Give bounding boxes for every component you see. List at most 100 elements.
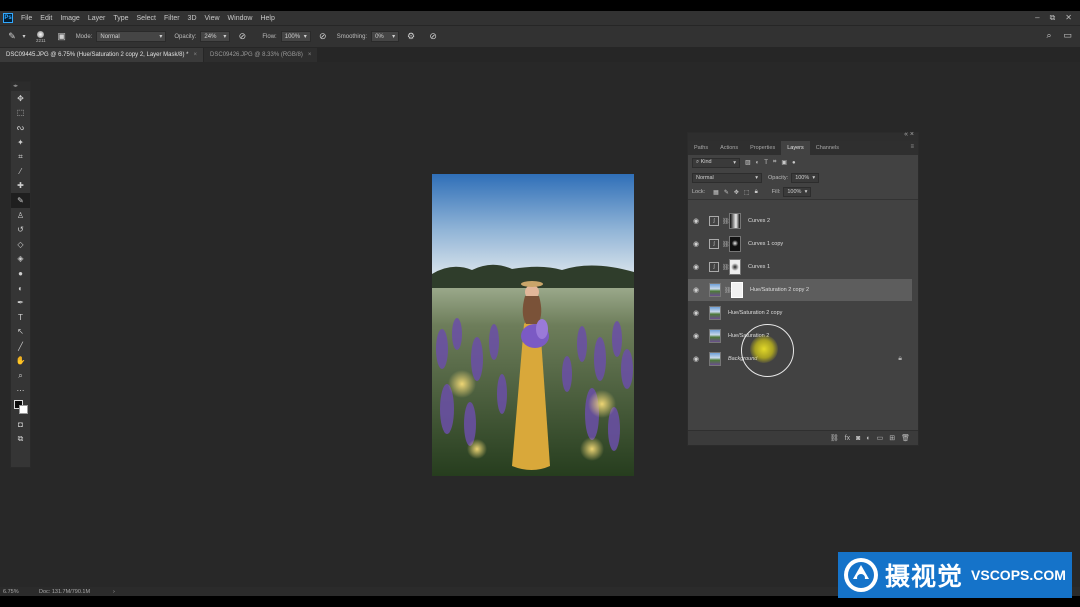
eye-icon[interactable]: ◉ — [693, 286, 703, 294]
pressure-opacity-icon[interactable]: ⊘ — [236, 31, 248, 43]
airbrush-icon[interactable]: ⊘ — [317, 31, 329, 43]
link-icon[interactable]: ⛓ — [722, 264, 730, 271]
layer-mask-thumbnail[interactable] — [729, 259, 741, 275]
minimize-icon[interactable]: – — [1035, 13, 1039, 23]
menu-type[interactable]: Type — [113, 15, 128, 22]
layer-row[interactable]: ◉ Background 🔒︎ — [688, 348, 912, 370]
menu-file[interactable]: File — [21, 15, 32, 22]
more-tools-icon[interactable]: ⋯ — [11, 383, 30, 398]
shape-filter-icon[interactable]: ⌗ — [773, 159, 776, 166]
new-layer-icon[interactable]: ⊞ — [889, 434, 895, 442]
add-mask-icon[interactable]: ◙ — [856, 435, 860, 442]
layer-thumbnail[interactable] — [709, 352, 721, 366]
color-swatches[interactable] — [11, 397, 30, 417]
trash-icon[interactable]: 🗑︎ — [901, 434, 910, 442]
eye-icon[interactable]: ◉ — [693, 240, 703, 248]
restore-icon[interactable]: ⧉ — [1050, 13, 1056, 23]
tab-dsc09445[interactable]: DSC09445.JPG @ 6.75% (Hue/Saturation 2 c… — [0, 48, 204, 62]
tab-paths[interactable]: Paths — [688, 141, 714, 155]
lock-transparency-icon[interactable]: ▦ — [713, 189, 719, 196]
layer-row-selected[interactable]: ◉ ⛓ Hue/Saturation 2 copy 2 — [688, 279, 912, 301]
layer-thumbnail[interactable] — [709, 306, 721, 320]
menu-select[interactable]: Select — [137, 15, 156, 22]
panel-grip[interactable]: ◂▸ — [11, 82, 30, 91]
layer-row[interactable]: ◉ ∫ ⛓ Curves 2 — [688, 210, 912, 232]
lock-position-icon[interactable]: ✥ — [734, 189, 739, 196]
status-menu-icon[interactable]: › — [113, 589, 115, 595]
path-selection-tool-icon[interactable]: ↖ — [11, 325, 30, 340]
dodge-tool-icon[interactable]: ◐ — [11, 281, 30, 296]
panel-menu-icon[interactable]: ≡ — [910, 144, 914, 150]
menu-image[interactable]: Image — [60, 15, 79, 22]
layer-row[interactable]: ◉ ∫ ⛓ Curves 1 copy — [688, 233, 912, 255]
screen-mode-icon[interactable]: ⧉ — [11, 432, 30, 447]
lock-icon[interactable]: 🔒︎ — [898, 355, 902, 363]
menu-3d[interactable]: 3D — [188, 15, 197, 22]
brush-size-picker[interactable]: 2211 — [36, 30, 46, 43]
filter-kind-select[interactable]: ⌕ Kind ▾ — [692, 157, 740, 168]
crop-tool-icon[interactable]: ⌗ — [11, 149, 30, 164]
layer-row[interactable]: ◉ Hue/Saturation 2 — [688, 325, 912, 347]
lock-all-icon[interactable]: 🔒︎ — [755, 189, 758, 196]
search-icon[interactable]: ⌕ — [1046, 30, 1051, 41]
menu-view[interactable]: View — [205, 15, 220, 22]
filter-toggle-icon[interactable]: ● — [792, 160, 796, 166]
smart-object-filter-icon[interactable]: ▣ — [781, 159, 787, 166]
menu-layer[interactable]: Layer — [88, 15, 106, 22]
layer-mask-thumbnail[interactable] — [731, 282, 743, 298]
pressure-size-icon[interactable]: ⊘ — [427, 31, 439, 43]
menu-edit[interactable]: Edit — [40, 15, 52, 22]
fx-icon[interactable]: fx — [845, 435, 850, 442]
adjustment-filter-icon[interactable]: ◐ — [756, 160, 760, 166]
magic-wand-tool-icon[interactable]: ✦ — [11, 135, 30, 150]
eye-icon[interactable]: ◉ — [693, 263, 703, 271]
layer-thumbnail[interactable] — [709, 283, 721, 297]
brush-panel-icon[interactable]: ▣ — [56, 31, 68, 43]
line-tool-icon[interactable]: ╱ — [11, 339, 30, 354]
lasso-tool-icon[interactable]: ᔓ — [11, 120, 30, 135]
canvas-photo[interactable] — [432, 174, 634, 476]
layer-mask-thumbnail[interactable] — [729, 236, 741, 252]
history-brush-tool-icon[interactable]: ↺ — [11, 222, 30, 237]
menu-filter[interactable]: Filter — [164, 15, 180, 22]
lock-artboard-icon[interactable]: ⬚ — [744, 189, 750, 196]
pixel-filter-icon[interactable]: ▨ — [745, 159, 751, 166]
eye-icon[interactable]: ◉ — [693, 355, 703, 363]
link-icon[interactable]: ⛓ — [722, 218, 730, 225]
tab-channels[interactable]: Channels — [810, 141, 845, 155]
move-tool-icon[interactable]: ✥ — [11, 91, 30, 106]
hand-tool-icon[interactable]: ✋ — [11, 354, 30, 369]
link-icon[interactable]: ⛓ — [722, 241, 730, 248]
eyedropper-tool-icon[interactable]: ⁄ — [11, 164, 30, 179]
blur-tool-icon[interactable]: ● — [11, 266, 30, 281]
menu-help[interactable]: Help — [260, 15, 274, 22]
brush-tool-icon[interactable]: ✎ — [11, 193, 30, 208]
tab-properties[interactable]: Properties — [744, 141, 781, 155]
eye-icon[interactable]: ◉ — [693, 309, 703, 317]
adjustment-layer-icon[interactable]: ◐ — [866, 435, 870, 442]
mode-select[interactable]: Normal ▾ — [96, 31, 167, 42]
close-icon[interactable]: × — [308, 52, 312, 58]
flow-field[interactable]: 100% ▾ — [280, 31, 311, 42]
eraser-tool-icon[interactable]: ◇ — [11, 237, 30, 252]
layer-thumbnail[interactable] — [709, 329, 721, 343]
tab-dsc09426[interactable]: DSC09426.JPG @ 8.33% (RGB/8) × — [204, 48, 318, 62]
quick-mask-icon[interactable]: ◘ — [11, 417, 30, 432]
healing-tool-icon[interactable]: ✚ — [11, 179, 30, 194]
layer-mask-thumbnail[interactable] — [729, 213, 741, 229]
brush-preset-icon[interactable]: ✎ — [6, 31, 18, 43]
layer-row[interactable]: ◉ Hue/Saturation 2 copy — [688, 302, 912, 324]
layer-opacity-field[interactable]: 100% ▾ — [791, 172, 820, 183]
gear-icon[interactable]: ⚙ — [405, 31, 417, 43]
type-filter-icon[interactable]: T — [764, 160, 768, 166]
smoothing-field[interactable]: 0% ▾ — [371, 31, 400, 42]
type-tool-icon[interactable]: T — [11, 310, 30, 325]
stamp-tool-icon[interactable]: ♙ — [11, 208, 30, 223]
zoom-tool-icon[interactable]: ⌕ — [11, 368, 30, 383]
chevron-down-icon[interactable]: ▾ — [18, 31, 30, 43]
layer-row[interactable]: ◉ ∫ ⛓ Curves 1 — [688, 256, 912, 278]
workspace-icon[interactable]: ▭ — [1063, 30, 1072, 41]
blend-mode-select[interactable]: Normal ▾ — [692, 172, 762, 183]
eye-icon[interactable]: ◉ — [693, 332, 703, 340]
marquee-tool-icon[interactable]: ⬚ — [11, 106, 30, 121]
